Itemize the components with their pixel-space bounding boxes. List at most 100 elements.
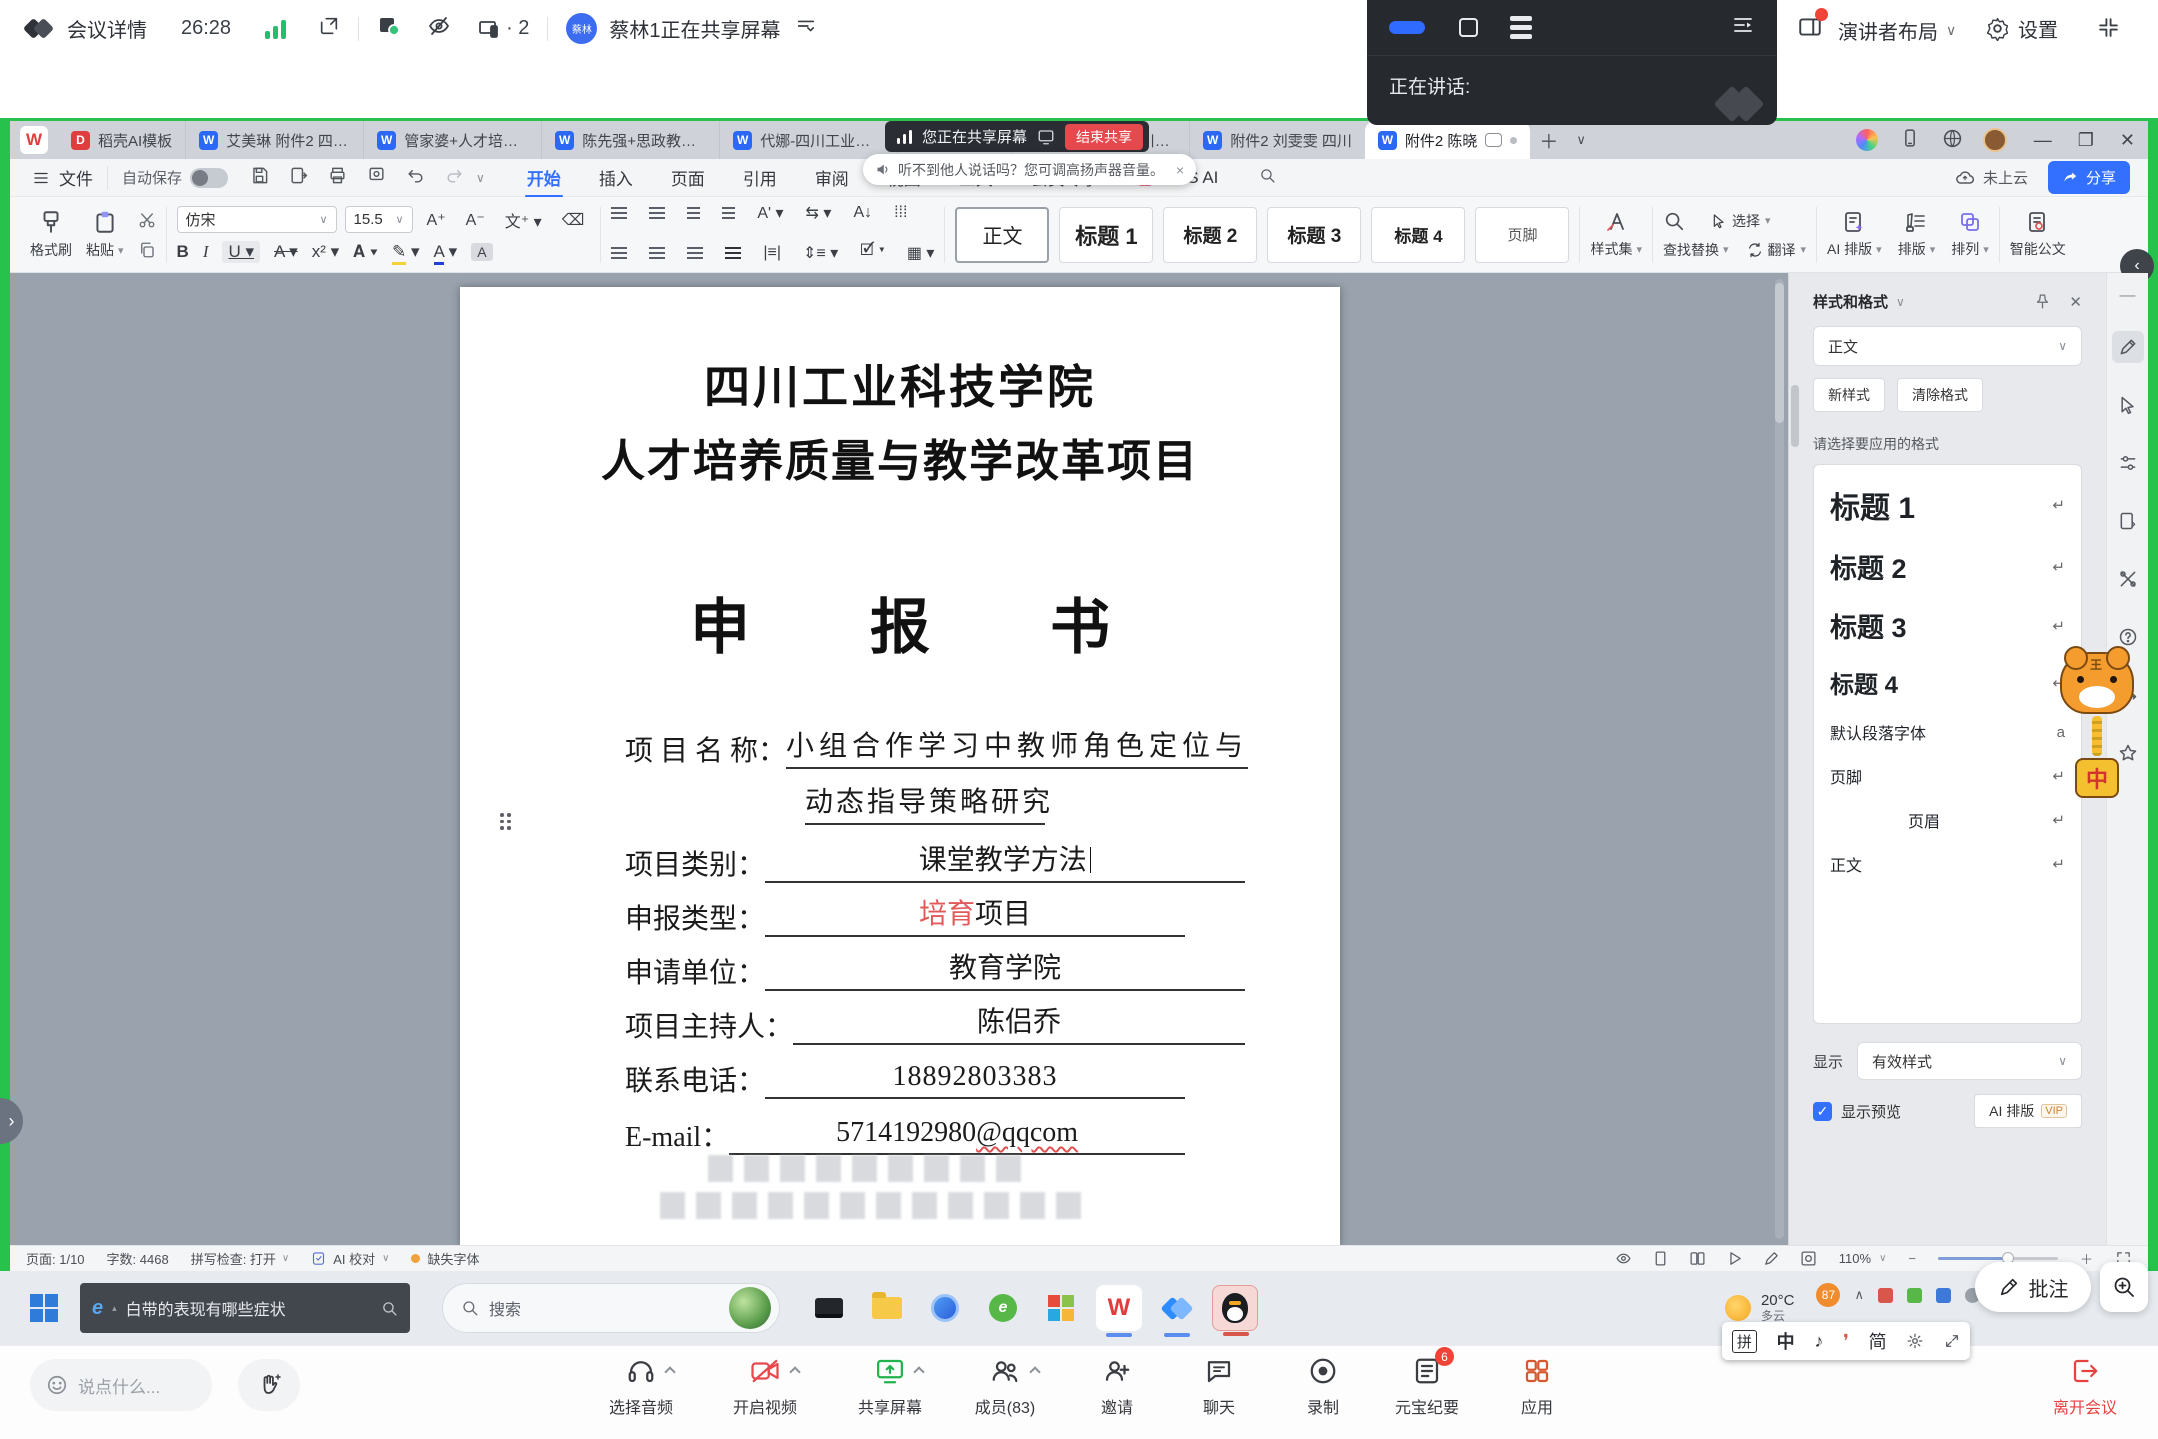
toolbar-item-minutes[interactable]: 6 元宝纪要	[1372, 1354, 1482, 1418]
phonetic-button[interactable]: 𝐀 ▾	[353, 242, 378, 262]
style-heading3[interactable]: 标题 3	[1267, 207, 1361, 263]
document-page[interactable]: 四川工业科技学院 人才培养质量与教学改革项目 申 报 书 项 目 名 称： 小组…	[460, 287, 1340, 1245]
open-new-window-icon[interactable]	[318, 15, 340, 43]
pen-mode-icon[interactable]	[1763, 1250, 1780, 1267]
cloud-status[interactable]: 未上云	[1955, 167, 2028, 188]
share-window-icon[interactable]	[1037, 128, 1055, 146]
align-center-button[interactable]	[649, 247, 665, 249]
find-replace-button[interactable]: 查找替换▾	[1663, 240, 1729, 260]
pin-icon[interactable]	[2034, 293, 2051, 310]
redo-icon[interactable]	[445, 166, 464, 190]
members-options-chevron[interactable]	[1029, 1366, 1040, 1377]
distribute-button[interactable]: |≡|	[763, 244, 781, 262]
account-globe-icon[interactable]	[1942, 128, 1963, 153]
missing-font-warning[interactable]: 缺失字体	[411, 1249, 479, 1268]
autosave-toggle[interactable]	[190, 168, 228, 188]
chat-input[interactable]: 说点什么...	[30, 1359, 212, 1411]
font-name-select[interactable]: 仿宋∨	[177, 206, 337, 233]
meeting-detail-button[interactable]: 会议详情	[67, 14, 147, 43]
clear-format-icon[interactable]: ⌫	[556, 210, 591, 230]
taskbar-app-notebook[interactable]	[806, 1285, 852, 1331]
taskbar-search-box[interactable]: e ▴ 白带的表现有哪些症状	[80, 1283, 410, 1333]
line-spacing-button[interactable]: ⇕≡ ▾	[803, 243, 838, 263]
bold-button[interactable]: B	[177, 242, 189, 262]
cut-icon[interactable]	[138, 211, 156, 229]
panel-close-icon[interactable]: ✕	[2069, 293, 2082, 311]
canvas-scrollbar[interactable]	[1775, 279, 1784, 1239]
toolbar-item-video[interactable]: 开启视频	[710, 1354, 820, 1418]
print-icon[interactable]	[328, 166, 347, 190]
stop-sharing-button[interactable]: 结束共享	[1065, 124, 1143, 150]
new-style-button[interactable]: 新样式	[1813, 378, 1885, 412]
increase-indent-button[interactable]	[722, 207, 735, 209]
numbered-list-button[interactable]	[649, 207, 665, 209]
zoom-out-button[interactable]: −	[1908, 1251, 1916, 1266]
rail-tools-icon[interactable]	[2112, 563, 2144, 595]
zoom-in-button[interactable]: ＋	[2080, 1249, 2093, 1268]
ribbon-tab-review[interactable]: 审阅	[813, 159, 851, 196]
ime-chinese-mode[interactable]: 中	[1777, 1328, 1795, 1354]
panel-ai-typeset-button[interactable]: AI 排版VIP	[1974, 1094, 2082, 1128]
toolbar-item-apps[interactable]: 应用	[1482, 1354, 1592, 1418]
shading-button[interactable]: 🗹 ▾	[860, 239, 885, 266]
font-color-button[interactable]: A ▾	[434, 242, 458, 262]
current-style-select[interactable]: 正文∨	[1813, 326, 2082, 366]
style-normal[interactable]: 正文	[955, 207, 1049, 263]
text-effects-button[interactable]: 文⁺ ▾	[499, 208, 548, 232]
output-icon[interactable]	[289, 166, 308, 190]
wps-ai-orb-icon[interactable]	[1856, 129, 1878, 151]
ribbon-tab-page[interactable]: 页面	[669, 159, 707, 196]
doc-tab-7[interactable]: W附件2 刘雯雯 四川	[1189, 121, 1365, 159]
style-item-footer[interactable]: 页脚↵	[1814, 754, 2081, 798]
align-right-button[interactable]	[687, 247, 703, 249]
minibar-mode-icon[interactable]	[1389, 21, 1425, 34]
ai-typeset-button[interactable]: AI 排版▾	[1827, 210, 1882, 259]
tab-list-caret[interactable]: ∨	[1567, 132, 1595, 148]
copy-icon[interactable]	[138, 241, 156, 259]
history-caret[interactable]: ∨	[476, 171, 485, 185]
leave-meeting-button[interactable]: 离开会议	[2020, 1354, 2150, 1418]
style-set-button[interactable]: 样式集▾	[1590, 210, 1642, 259]
comment-bubble-icon[interactable]	[1485, 133, 1502, 147]
page-indicator[interactable]: 页面: 1/10	[26, 1249, 85, 1268]
multi-page-view-icon[interactable]	[1689, 1250, 1706, 1267]
tray-icon-blue[interactable]	[1936, 1288, 1951, 1303]
doc-tab-4[interactable]: W代娜-四川工业科技	[719, 121, 897, 159]
document-canvas[interactable]: 四川工业科技学院 人才培养质量与教学改革项目 申 报 书 项 目 名 称： 小组…	[10, 273, 1788, 1245]
underline-button[interactable]: U ▾	[222, 241, 260, 263]
wrap-button[interactable]: ⇆ ▾	[806, 203, 832, 223]
clear-format-button[interactable]: 清除格式	[1897, 378, 1983, 412]
zoom-level[interactable]: 110%∨	[1839, 1251, 1887, 1266]
rail-collapse-icon[interactable]: —	[2120, 287, 2136, 305]
ribbon-tab-reference[interactable]: 引用	[741, 159, 779, 196]
audio-options-chevron[interactable]	[664, 1366, 675, 1377]
marks-button[interactable]: ⁞⁞⁞	[894, 204, 907, 222]
privacy-eye-off-icon[interactable]	[427, 14, 451, 44]
user-avatar[interactable]	[1983, 128, 2007, 152]
new-tab-button[interactable]: ＋	[1530, 127, 1567, 154]
ime-quote-icon[interactable]: ❜	[1843, 1331, 1849, 1352]
panel-title[interactable]: 样式和格式∨	[1813, 291, 1905, 312]
taskbar-app-explorer[interactable]	[864, 1285, 910, 1331]
arrange-button[interactable]: 排列▾	[1951, 210, 1989, 259]
doc-tab-1[interactable]: W艾美琳 附件2 四川工	[185, 121, 363, 159]
increase-font-button[interactable]: A⁺	[421, 210, 452, 230]
style-item-header[interactable]: 页眉↵	[1814, 798, 2081, 842]
toolbar-item-chat[interactable]: 聊天	[1164, 1354, 1274, 1418]
ime-settings-gear-icon[interactable]	[1906, 1332, 1924, 1350]
raise-hand-button[interactable]	[238, 1359, 300, 1411]
sort-button[interactable]: A↓	[853, 204, 872, 222]
tooltip-close-icon[interactable]: ×	[1176, 162, 1184, 178]
rail-doc-icon[interactable]	[2112, 505, 2144, 537]
panel-scrollbar[interactable]	[1791, 385, 1799, 447]
italic-button[interactable]: I	[203, 242, 209, 262]
layout-icon[interactable]	[1797, 14, 1823, 46]
window-mode-icon[interactable]	[1459, 18, 1478, 37]
close-button[interactable]: ✕	[2107, 130, 2148, 151]
paragraph-drag-handle[interactable]	[500, 813, 511, 830]
style-item-h1[interactable]: 标题 1↵	[1814, 473, 2081, 537]
style-heading2[interactable]: 标题 2	[1163, 207, 1257, 263]
annotate-button[interactable]: 批注	[1975, 1262, 2091, 1312]
doc-tab-2[interactable]: W管家婆+人才培养方	[363, 121, 541, 159]
smart-doc-button[interactable]: 智能公文	[2010, 210, 2066, 259]
